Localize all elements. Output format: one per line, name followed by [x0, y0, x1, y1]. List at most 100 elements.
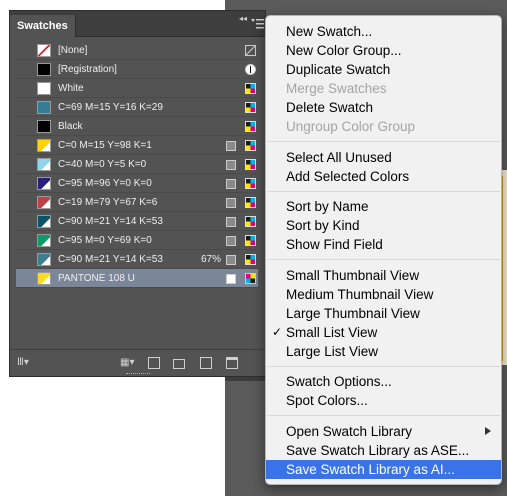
menu-item-sort-by-kind[interactable]: Sort by Kind	[266, 216, 501, 235]
new-color-group-icon[interactable]	[173, 359, 185, 369]
swatch-row[interactable]: C=40 M=0 Y=5 K=0	[16, 155, 258, 174]
cmyk-mode-icon	[245, 140, 256, 151]
menu-item-label: Large List View	[286, 343, 379, 359]
menu-item-open-swatch-library[interactable]: Open Swatch Library	[266, 422, 501, 441]
menu-item-label: Duplicate Swatch	[286, 62, 391, 77]
menu-item-label: Medium Thumbnail View	[286, 286, 434, 302]
swatch-name: C=69 M=15 Y=16 K=29	[58, 102, 163, 113]
global-color-icon	[226, 236, 236, 246]
menu-item-label: Select All Unused	[286, 149, 392, 165]
menu-item-label: Sort by Name	[286, 199, 369, 214]
swatch-color-chip	[37, 82, 51, 95]
global-color-icon	[226, 255, 236, 265]
delete-swatch-icon[interactable]	[226, 357, 238, 369]
swatch-color-chip	[37, 272, 51, 285]
swatch-name: C=95 M=0 Y=69 K=0	[58, 235, 152, 246]
cmyk-mode-icon	[245, 102, 256, 113]
swatch-row[interactable]: White	[16, 79, 258, 98]
cmyk-mode-icon	[245, 159, 256, 170]
menu-item-save-swatch-library-as-ai[interactable]: Save Swatch Library as AI...	[266, 459, 501, 479]
menu-item-spot-colors[interactable]: Spot Colors...	[266, 391, 501, 410]
menu-separator	[267, 190, 500, 192]
new-swatch-icon[interactable]	[200, 357, 212, 369]
menu-item-ungroup-color-group: Ungroup Color Group	[266, 117, 501, 136]
menu-item-new-swatch[interactable]: New Swatch...	[266, 22, 501, 41]
panel-titlebar[interactable]: Swatches ◂◂	[10, 11, 265, 37]
swatch-row[interactable]: [None]	[16, 41, 258, 60]
panel-tab-swatches[interactable]: Swatches	[10, 15, 76, 37]
menu-item-add-selected-colors[interactable]: Add Selected Colors	[266, 167, 501, 186]
spot-mode-icon	[245, 273, 256, 284]
cmyk-mode-icon	[245, 178, 256, 189]
swatch-row[interactable]: C=90 M=21 Y=14 K=53	[16, 212, 258, 231]
collapse-panel-icon[interactable]: ◂◂	[239, 14, 247, 23]
show-swatch-kinds-icon[interactable]: ▦▾	[120, 357, 138, 369]
cmyk-mode-icon	[245, 83, 256, 94]
swatch-color-chip	[37, 139, 51, 152]
menu-item-label: Add Selected Colors	[286, 168, 410, 184]
menu-item-duplicate-swatch[interactable]: Duplicate Swatch	[266, 60, 501, 79]
swatch-row[interactable]: Black	[16, 117, 258, 136]
swatch-color-chip	[37, 63, 51, 76]
swatch-color-chip	[37, 215, 51, 228]
menu-item-label: Delete Swatch	[286, 100, 374, 115]
menu-item-delete-swatch[interactable]: Delete Swatch	[266, 98, 501, 117]
menu-item-label: Spot Colors...	[286, 393, 368, 408]
swatch-libraries-menu-icon[interactable]: Ⅲ▾	[17, 357, 37, 369]
swatch-name: [None]	[58, 45, 88, 56]
swatch-row[interactable]: PANTONE 108 U	[16, 269, 258, 288]
swatch-row[interactable]: C=95 M=0 Y=69 K=0	[16, 231, 258, 250]
global-color-icon	[226, 198, 236, 208]
cmyk-mode-icon	[245, 254, 256, 265]
swatch-name: C=90 M=21 Y=14 K=53	[58, 254, 163, 265]
global-color-icon	[226, 141, 236, 151]
swatch-row[interactable]: C=69 M=15 Y=16 K=29	[16, 98, 258, 117]
menu-item-show-find-field[interactable]: Show Find Field	[266, 235, 501, 254]
menu-item-small-thumbnail-view[interactable]: Small Thumbnail View	[266, 266, 501, 285]
menu-item-new-color-group[interactable]: New Color Group...	[266, 41, 501, 60]
swatch-tint: 67%	[201, 254, 222, 265]
checkmark-icon: ✓	[272, 324, 283, 339]
swatch-row[interactable]: C=0 M=15 Y=98 K=1	[16, 136, 258, 155]
swatch-options-icon[interactable]	[148, 357, 160, 369]
panel-menu-icon[interactable]	[250, 17, 264, 30]
menu-item-swatch-options[interactable]: Swatch Options...	[266, 372, 501, 391]
menu-item-large-thumbnail-view[interactable]: Large Thumbnail View	[266, 304, 501, 323]
menu-item-sort-by-name[interactable]: Sort by Name	[266, 197, 501, 216]
swatch-name: PANTONE 108 U	[58, 273, 135, 284]
swatch-name: C=95 M=96 Y=0 K=0	[58, 178, 152, 189]
swatch-color-chip	[37, 101, 51, 114]
registration-mode-icon	[245, 64, 256, 75]
swatch-row[interactable]: C=90 M=21 Y=14 K=53 67%	[16, 250, 258, 269]
menu-item-merge-swatches: Merge Swatches	[266, 79, 501, 98]
menu-separator	[267, 259, 500, 260]
cmyk-mode-icon	[245, 216, 256, 227]
menu-item-label: Save Swatch Library as ASE...	[286, 442, 470, 458]
panel-resize-handle[interactable]	[126, 373, 150, 375]
cmyk-mode-icon	[245, 121, 256, 132]
swatches-panel: Swatches ◂◂ [None] [Registration] White C=6…	[9, 10, 266, 377]
menu-item-label: Ungroup Color Group	[286, 119, 416, 134]
swatch-row[interactable]: [Registration]	[16, 60, 258, 79]
global-color-icon	[226, 160, 236, 170]
swatch-color-chip	[37, 158, 51, 171]
menu-item-save-swatch-library-as-ase[interactable]: Save Swatch Library as ASE...	[266, 441, 501, 460]
menu-item-select-all-unused[interactable]: Select All Unused	[266, 148, 501, 167]
menu-item-large-list-view[interactable]: Large List View	[266, 342, 501, 361]
swatch-name: C=90 M=21 Y=14 K=53	[58, 216, 163, 227]
menu-item-label: Show Find Field	[286, 237, 383, 252]
menu-item-medium-thumbnail-view[interactable]: Medium Thumbnail View	[266, 285, 501, 304]
menu-item-label: Merge Swatches	[286, 81, 387, 96]
global-color-icon	[226, 179, 236, 189]
panel-dock-edge	[225, 377, 265, 381]
swatch-color-chip	[37, 234, 51, 247]
swatch-color-chip	[37, 253, 51, 266]
swatch-row[interactable]: C=19 M=79 Y=67 K=6	[16, 193, 258, 212]
global-color-icon	[226, 217, 236, 227]
menu-item-label: Open Swatch Library	[286, 423, 413, 439]
menu-item-small-list-view[interactable]: ✓ Small List View	[266, 323, 501, 342]
swatch-row[interactable]: C=95 M=96 Y=0 K=0	[16, 174, 258, 193]
none-mode-icon	[245, 45, 256, 56]
swatch-name: C=0 M=15 Y=98 K=1	[58, 140, 152, 151]
menu-item-label: New Color Group...	[286, 43, 402, 58]
